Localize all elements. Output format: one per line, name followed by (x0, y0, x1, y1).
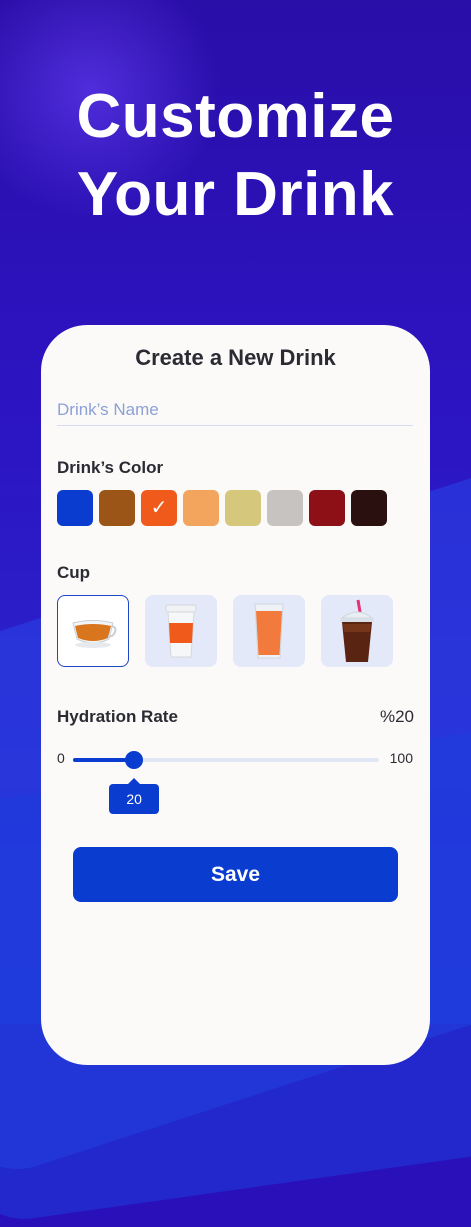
color-swatch-blue[interactable] (57, 490, 93, 526)
slider-track[interactable]: 20 (73, 751, 379, 814)
hydration-slider[interactable]: 0 20 100 (57, 745, 413, 814)
color-swatch-light-orange[interactable] (183, 490, 219, 526)
drink-name-input[interactable] (57, 395, 413, 426)
slider-min-label: 0 (57, 750, 65, 766)
slider-value-bubble: 20 (109, 778, 160, 814)
card-title: Create a New Drink (135, 345, 336, 370)
coffee-cup-icon (165, 604, 197, 658)
color-swatch-dark-red[interactable] (309, 490, 345, 526)
color-swatch-light-gray[interactable] (267, 490, 303, 526)
slider-value-label: 20 (126, 791, 142, 807)
cup-option-iced-drink-cup[interactable] (321, 595, 393, 667)
color-swatch-khaki[interactable] (225, 490, 261, 526)
cup-option-juice-glass[interactable] (233, 595, 305, 667)
color-swatch-dark-brown[interactable] (351, 490, 387, 526)
headline-line-2: Your Drink (76, 160, 395, 229)
create-drink-card: Create a New Drink Drink’s Color ✓ Cup (41, 325, 430, 1065)
color-swatch-orange[interactable]: ✓ (141, 490, 177, 526)
color-swatch-brown[interactable] (99, 490, 135, 526)
hydration-rate-label: Hydration Rate (57, 707, 178, 726)
checkmark-icon: ✓ (150, 497, 168, 519)
hydration-rate-value: %20 (379, 707, 414, 726)
save-button[interactable]: Save (73, 847, 398, 902)
iced-drink-icon (340, 599, 374, 662)
cup-option-coffee-cup[interactable] (145, 595, 217, 667)
drink-color-label: Drink’s Color (57, 458, 164, 477)
juice-glass-icon (254, 603, 284, 659)
tea-cup-icon (72, 620, 117, 648)
slider-thumb[interactable] (125, 751, 144, 769)
cup-option-tea-cup[interactable] (57, 595, 129, 667)
cup-label: Cup (57, 563, 91, 582)
headline-line-1: Customize (76, 82, 395, 151)
page-headline: Customize Your Drink (0, 78, 471, 234)
slider-max-label: 100 (389, 750, 413, 766)
